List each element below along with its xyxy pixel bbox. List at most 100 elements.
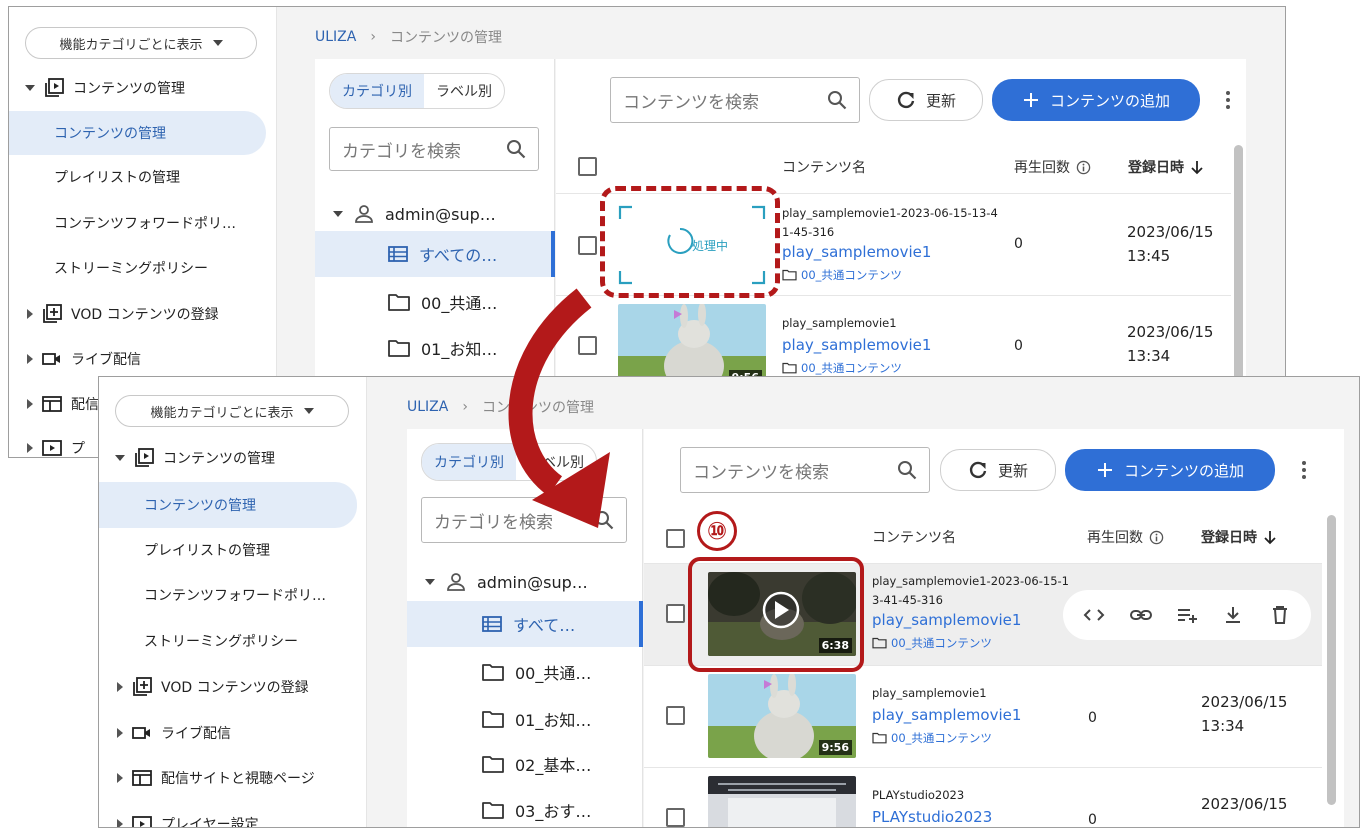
video-thumbnail[interactable]	[708, 776, 856, 827]
tree-folder[interactable]: 00_共通…	[481, 657, 591, 687]
tree-folder[interactable]: 00_共通…	[387, 287, 497, 317]
content-category[interactable]: 00_共通コンテンツ	[782, 267, 902, 283]
add-content-button[interactable]: コンテンツの追加	[992, 79, 1200, 121]
column-plays[interactable]: 再生回数	[1087, 527, 1164, 547]
nav-item-playlist[interactable]: プレイリストの管理	[99, 530, 357, 570]
content-category[interactable]: 00_共通コンテンツ	[782, 360, 902, 376]
nav-item-content[interactable]: コンテンツの管理	[9, 111, 266, 155]
content-title-link[interactable]: play_samplemovie1	[872, 706, 1021, 724]
column-date[interactable]: 登録日時	[1201, 527, 1277, 547]
playlist-add-icon[interactable]	[1174, 602, 1200, 628]
nav-section-live[interactable]: ライブ配信	[27, 346, 141, 372]
play-count: 0	[1014, 236, 1023, 252]
nav-section-site[interactable]: 配信サイトと視聴ページ	[117, 765, 315, 791]
video-thumbnail[interactable]: 9:56	[708, 674, 856, 758]
content-category-label: 00_共通コンテンツ	[891, 636, 992, 650]
row-checkbox[interactable]	[666, 808, 685, 827]
row-checkbox[interactable]	[578, 336, 597, 355]
tree-folder-label: 00_共通…	[421, 294, 498, 313]
content-search-input[interactable]: コンテンツを検索	[610, 77, 860, 123]
nav-item-forward-policy[interactable]: コンテンツフォワードポリ…	[9, 203, 266, 243]
content-search-input[interactable]: コンテンツを検索	[680, 447, 930, 493]
refresh-icon	[897, 91, 915, 109]
nav-section-vod-label: VOD コンテンツの登録	[161, 680, 309, 696]
select-all-checkbox[interactable]	[666, 529, 685, 548]
nav-item-content[interactable]: コンテンツの管理	[99, 482, 357, 528]
registered-date: 2023/06/15 13:34	[1201, 690, 1287, 738]
tree-folder[interactable]: 01_お知…	[481, 704, 591, 734]
embed-code-icon[interactable]	[1081, 602, 1107, 628]
download-icon[interactable]	[1220, 602, 1246, 628]
column-plays[interactable]: 再生回数	[1014, 157, 1091, 177]
caret-down-icon	[115, 455, 125, 461]
select-all-checkbox[interactable]	[578, 157, 597, 176]
web-page-icon	[41, 394, 63, 414]
category-search-input[interactable]: カテゴリを検索	[329, 127, 539, 171]
tree-folder[interactable]: 01_お知…	[387, 333, 497, 363]
add-content-button[interactable]: コンテンツの追加	[1065, 449, 1275, 491]
refresh-button[interactable]: 更新	[869, 79, 983, 121]
row-checkbox[interactable]	[666, 706, 685, 725]
refresh-button[interactable]: 更新	[940, 449, 1056, 491]
tab-category[interactable]: カテゴリ別	[330, 74, 424, 108]
tree-folder[interactable]: 02_基本…	[481, 749, 591, 779]
content-title-link[interactable]: play_samplemovie1	[782, 243, 931, 261]
nav-item-streaming-policy[interactable]: ストリーミングポリシー	[9, 248, 266, 288]
content-title-link[interactable]: play_samplemovie1	[782, 336, 931, 354]
tree-folder[interactable]: 03_おす…	[481, 795, 591, 825]
nav-section-site[interactable]: 配信	[27, 391, 99, 417]
category-view-toggle: カテゴリ別 ラベル別	[329, 73, 505, 109]
table-row[interactable]: 9:56 play_samplemovie1 play_samplemovie1…	[644, 665, 1322, 767]
nav-item-playlist[interactable]: プレイリストの管理	[9, 157, 266, 197]
tab-label[interactable]: ラベル別	[424, 74, 504, 108]
info-icon[interactable]	[1076, 160, 1091, 175]
caret-right-icon	[27, 399, 33, 409]
tree-item-all-label: すべての…	[419, 246, 498, 265]
tree-owner-label: admin@sup…	[385, 204, 496, 224]
category-display-button[interactable]: 機能カテゴリごとに表示	[25, 27, 257, 59]
row-checkbox[interactable]	[578, 236, 597, 255]
column-name[interactable]: コンテンツ名	[872, 527, 956, 547]
delete-icon[interactable]	[1267, 602, 1293, 628]
more-menu-icon[interactable]	[1302, 461, 1306, 479]
category-search-input[interactable]: カテゴリを検索	[421, 497, 627, 543]
nav-section-live-label: ライブ配信	[161, 726, 231, 742]
tab-label[interactable]: ラベル別	[516, 444, 596, 480]
tree-item-all[interactable]: すべての…	[315, 231, 555, 277]
content-title-link[interactable]: PLAYstudio2023	[872, 808, 992, 826]
nav-section-vod[interactable]: VOD コンテンツの登録	[117, 674, 309, 700]
nav-section-content[interactable]: コンテンツの管理	[25, 75, 185, 101]
content-search-placeholder: コンテンツを検索	[623, 92, 759, 113]
breadcrumb-home[interactable]: ULIZA	[407, 399, 448, 415]
breadcrumb-current: コンテンツの管理	[481, 400, 594, 416]
nav-section-live[interactable]: ライブ配信	[117, 720, 231, 746]
nav-section-player[interactable]: プ	[27, 435, 85, 457]
breadcrumb-home[interactable]: ULIZA	[315, 29, 356, 45]
info-icon[interactable]	[1149, 530, 1164, 545]
content-category[interactable]: 00_共通コンテンツ	[872, 730, 992, 746]
more-menu-icon[interactable]	[1226, 91, 1230, 109]
nav-section-player[interactable]: プレイヤー設定	[117, 811, 259, 827]
link-icon[interactable]	[1128, 602, 1154, 628]
nav-section-content[interactable]: コンテンツの管理	[115, 445, 275, 471]
row-checkbox[interactable]	[666, 604, 685, 623]
table-row[interactable]: PLAYstudio2023 PLAYstudio2023 0 2023/06/…	[644, 767, 1322, 827]
nav-item-streaming-policy[interactable]: ストリーミングポリシー	[99, 621, 357, 661]
category-display-button[interactable]: 機能カテゴリごとに表示	[115, 395, 349, 427]
tree-owner[interactable]: admin@sup…	[333, 199, 496, 229]
ready-thumbnail-highlight	[688, 557, 864, 672]
tree-item-all[interactable]: すべて…	[407, 601, 643, 647]
nav-section-vod[interactable]: VOD コンテンツの登録	[27, 301, 219, 327]
folder-icon	[388, 340, 410, 357]
category-display-label: 機能カテゴリごとに表示	[59, 37, 203, 53]
content-category[interactable]: 00_共通コンテンツ	[872, 635, 992, 651]
category-search-placeholder: カテゴリを検索	[342, 141, 461, 162]
nav-item-forward-policy[interactable]: コンテンツフォワードポリ…	[99, 575, 357, 615]
tree-owner[interactable]: admin@sup…	[425, 567, 588, 597]
tab-category[interactable]: カテゴリ別	[422, 444, 516, 480]
scrollbar[interactable]	[1327, 515, 1336, 805]
content-title-link[interactable]: play_samplemovie1	[872, 611, 1021, 629]
column-date[interactable]: 登録日時	[1128, 157, 1204, 177]
play-count: 0	[1014, 338, 1023, 354]
column-name[interactable]: コンテンツ名	[782, 157, 866, 177]
